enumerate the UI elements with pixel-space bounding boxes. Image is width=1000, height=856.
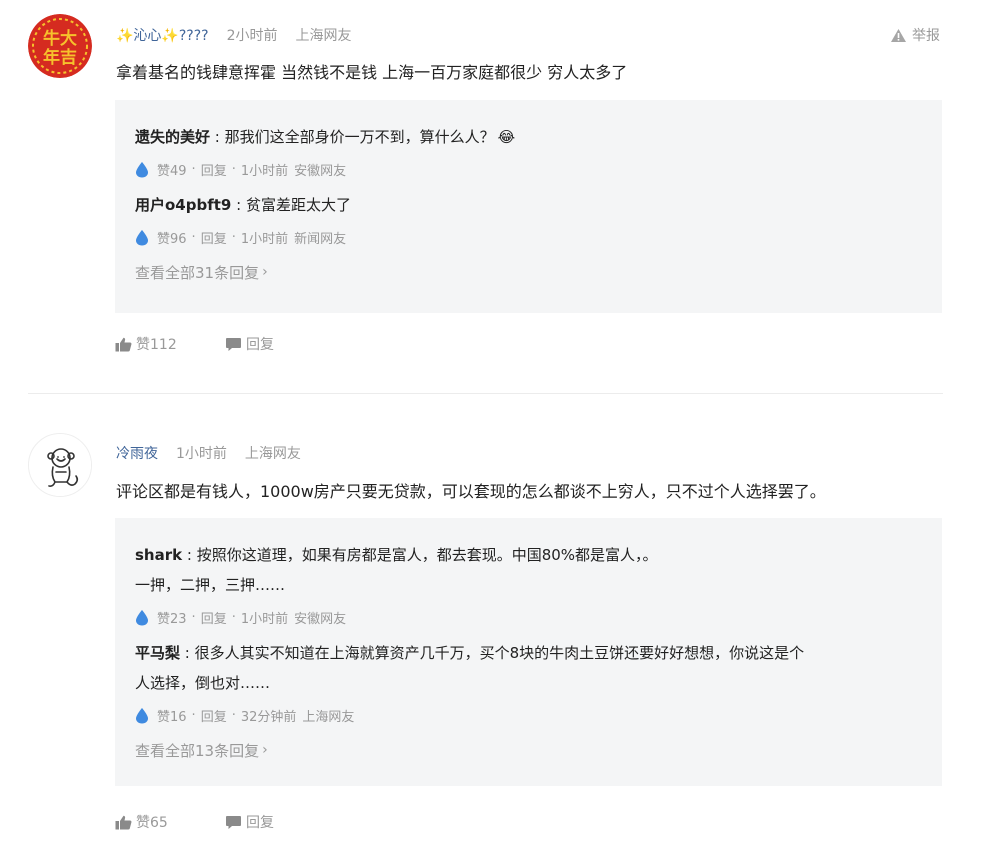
username[interactable]: 冷雨夜 [116, 443, 158, 463]
reply-meta: 赞49 · 回复 · 1小时前 安徽网友 [135, 159, 346, 179]
reply-separator: : [180, 644, 195, 662]
dot-separator: · [231, 609, 236, 625]
reply-time: 32分钟前 [240, 709, 297, 725]
reply-content-line2: 人选择，倒也对…… [135, 674, 271, 692]
comment-meta: ✨沁心✨???? 2小时前 上海网友 [116, 25, 352, 45]
comment-bubble-icon [226, 337, 241, 351]
laughing-emoji-icon: 😂 [497, 128, 516, 146]
comment-meta: 冷雨夜 1小时前 上海网友 [116, 443, 301, 463]
reply-box: shark : 按照你这道理，如果有房都是富人，都去套现。中国80%都是富人，。… [115, 518, 942, 786]
reply-username[interactable]: shark [135, 546, 182, 564]
reply-reply-button[interactable]: 回复 [201, 160, 227, 179]
reply-separator: : [210, 128, 225, 146]
reply-content: 贫富差距太大了 [245, 196, 351, 214]
reply-item: 遗失的美好 : 那我们这全部身价一万不到，算什么人？ 😂 [135, 122, 925, 152]
reply-label: 回复 [246, 337, 274, 353]
like-count: 赞112 [136, 337, 177, 353]
reply-item: shark : 按照你这道理，如果有房都是富人，都去套现。中国80%都是富人，。… [135, 540, 925, 600]
reply-content: 那我们这全部身价一万不到，算什么人？ [224, 128, 495, 146]
monkey-avatar-icon [29, 434, 91, 496]
view-all-replies-link[interactable]: 查看全部13条回复 › [135, 739, 268, 761]
reply-separator: : [231, 196, 246, 214]
reply-time: 1小时前 [240, 231, 289, 247]
warning-icon [891, 28, 906, 42]
comment-location: 上海网友 [295, 28, 352, 44]
reply-location: 安徽网友 [294, 611, 347, 627]
avatar-logo-text: 牛大 [43, 28, 77, 49]
reply-button[interactable]: 回复 [225, 334, 274, 354]
reply-item: 用户o4pbft9 : 贫富差距太大了 [135, 190, 925, 220]
dot-separator: · [191, 229, 196, 245]
reply-username[interactable]: 遗失的美好 [135, 128, 210, 146]
avatar[interactable] [28, 433, 92, 497]
comment-location: 上海网友 [244, 446, 301, 462]
reply-text: shark : 按照你这道理，如果有房都是富人，都去套现。中国80%都是富人，。 [135, 540, 925, 570]
water-drop-icon[interactable] [135, 609, 149, 626]
comment-bubble-icon [226, 815, 241, 829]
reply-label: 回复 [246, 815, 274, 831]
comment-2: 冷雨夜 1小时前 上海网友 评论区都是有钱人，1000w房产只要无贷款，可以套现… [0, 394, 1000, 856]
dot-separator: · [191, 707, 196, 723]
dot-separator: · [231, 161, 236, 177]
like-button[interactable]: 赞65 [115, 812, 225, 832]
comment-text: 评论区都是有钱人，1000w房产只要无贷款，可以套现的怎么都谈不上穷人，只不过个… [116, 482, 826, 501]
water-drop-icon[interactable] [135, 161, 149, 178]
reply-likes[interactable]: 赞96 [157, 228, 187, 247]
report-button[interactable]: 举报 [890, 25, 940, 45]
water-drop-icon[interactable] [135, 229, 149, 246]
comment-time: 2小时前 [226, 28, 278, 44]
reply-item: 平马梨 : 很多人其实不知道在上海就算资产几千万，买个8块的牛肉土豆饼还要好好想… [135, 638, 925, 698]
reply-reply-button[interactable]: 回复 [201, 228, 227, 247]
reply-box: 遗失的美好 : 那我们这全部身价一万不到，算什么人？ 😂 赞49 · 回复 · 1… [115, 100, 942, 313]
reply-location: 新闻网友 [294, 231, 347, 247]
thumbs-up-icon [115, 815, 132, 829]
water-drop-icon[interactable] [135, 707, 149, 724]
reply-content: 按照你这道理，如果有房都是富人，都去套现。中国80%都是富人，。 [196, 546, 658, 564]
reply-location: 上海网友 [302, 709, 355, 725]
view-all-label: 查看全部13条回复 [135, 741, 260, 760]
dot-separator: · [231, 229, 236, 245]
like-count: 赞65 [136, 815, 168, 831]
reply-reply-button[interactable]: 回复 [201, 608, 227, 627]
reply-button[interactable]: 回复 [225, 812, 274, 832]
comment-text: 拿着基名的钱肆意挥霍 当然钱不是钱 上海一百万家庭都很少 穷人太多了 [116, 63, 628, 82]
reply-time: 1小时前 [240, 163, 289, 179]
comment-actions: 赞112 回复 [115, 334, 274, 354]
dot-separator: · [191, 161, 196, 177]
reply-text: 平马梨 : 很多人其实不知道在上海就算资产几千万，买个8块的牛肉土豆饼还要好好想… [135, 638, 925, 668]
reply-likes[interactable]: 赞16 [157, 706, 187, 725]
comment-1: 牛大 年吉 ✨沁心✨???? 2小时前 上海网友 举报 拿着基名的钱肆意挥霍 当… [0, 0, 1000, 390]
username[interactable]: ✨沁心✨???? [116, 25, 209, 45]
thumbs-up-icon [115, 337, 132, 351]
view-all-label: 查看全部31条回复 [135, 263, 260, 282]
svg-text:年吉: 年吉 [43, 47, 77, 68]
like-button[interactable]: 赞112 [115, 334, 225, 354]
comment-actions: 赞65 回复 [115, 812, 274, 832]
reply-separator: : [182, 546, 197, 564]
reply-location: 安徽网友 [294, 163, 347, 179]
chevron-right-icon: › [262, 264, 268, 280]
dot-separator: · [231, 707, 236, 723]
reply-meta: 赞16 · 回复 · 32分钟前 上海网友 [135, 705, 354, 725]
reply-username[interactable]: 用户o4pbft9 [135, 196, 231, 214]
new-year-avatar-icon: 牛大 年吉 [28, 14, 92, 78]
reply-text: 用户o4pbft9 : 贫富差距太大了 [135, 190, 925, 220]
reply-likes[interactable]: 赞49 [157, 160, 187, 179]
reply-meta: 赞96 · 回复 · 1小时前 新闻网友 [135, 227, 346, 247]
reply-text: 遗失的美好 : 那我们这全部身价一万不到，算什么人？ 😂 [135, 122, 925, 152]
report-label: 举报 [912, 28, 940, 44]
dot-separator: · [191, 609, 196, 625]
reply-content-line2: 一押，二押，三押…… [135, 576, 286, 594]
comment-time: 1小时前 [176, 446, 227, 462]
reply-content: 很多人其实不知道在上海就算资产几千万，买个8块的牛肉土豆饼还要好好想想，你说这是… [194, 644, 805, 662]
avatar[interactable]: 牛大 年吉 [28, 14, 92, 78]
view-all-replies-link[interactable]: 查看全部31条回复 › [135, 261, 268, 283]
reply-time: 1小时前 [240, 611, 289, 627]
reply-reply-button[interactable]: 回复 [201, 706, 227, 725]
chevron-right-icon: › [262, 742, 268, 758]
reply-username[interactable]: 平马梨 [135, 644, 180, 662]
reply-likes[interactable]: 赞23 [157, 608, 187, 627]
reply-meta: 赞23 · 回复 · 1小时前 安徽网友 [135, 607, 346, 627]
